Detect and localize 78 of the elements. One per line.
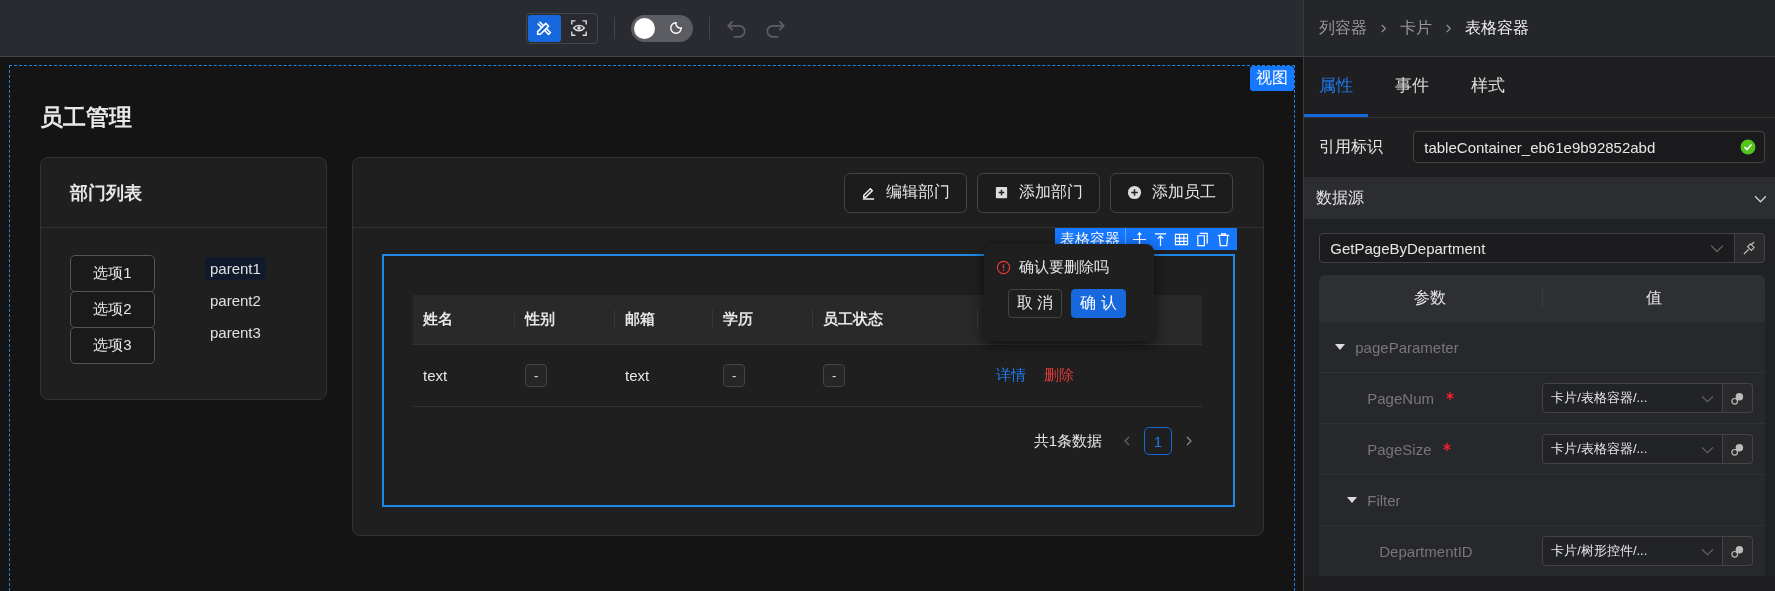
caret-down-icon[interactable]: [1347, 495, 1358, 505]
option-button[interactable]: 选项1: [70, 255, 155, 292]
confirm-message: 确认要删除吗: [1019, 258, 1109, 277]
copy-icon[interactable]: [1195, 231, 1210, 247]
value-select[interactable]: 卡片/表格容器/...: [1542, 383, 1723, 413]
status-tag: -: [823, 364, 846, 387]
add-button[interactable]: 添加部门: [977, 172, 1100, 213]
bind-button[interactable]: [1723, 383, 1753, 413]
eye-icon: [570, 19, 589, 37]
table-cell: text: [625, 367, 650, 384]
design-mode-button[interactable]: [527, 14, 561, 42]
card-title: 部门列表: [69, 181, 142, 205]
datasource-select[interactable]: GetPageByDepartment: [1319, 233, 1735, 263]
moon-icon: [668, 20, 683, 35]
parameter-name: Filter: [1367, 491, 1401, 509]
field-label: 引用标识: [1319, 136, 1384, 157]
page-button[interactable]: 1: [1144, 427, 1172, 455]
tree-node[interactable]: parent1: [205, 257, 266, 280]
reference-id-field[interactable]: tableContainer_eb61e9b92852abd: [1413, 131, 1765, 163]
confirm-button[interactable]: 确 认: [1071, 289, 1126, 318]
chevron-right-icon: [1444, 23, 1454, 33]
column-header: 邮箱: [615, 310, 713, 329]
link-icon: [1742, 240, 1757, 256]
delete-link[interactable]: 删除: [1044, 366, 1074, 385]
link-icon: [1730, 390, 1745, 406]
chevron-right-icon: [1379, 23, 1389, 33]
page-title: 员工管理: [40, 103, 133, 132]
status-tag: -: [723, 364, 746, 387]
table-icon[interactable]: [1174, 231, 1189, 247]
view-badge: 视图: [1250, 66, 1295, 91]
link-icon: [1730, 543, 1745, 559]
panel-tab[interactable]: 属性: [1304, 57, 1369, 117]
column-header: 性别: [515, 310, 615, 329]
column-header: 员工状态: [813, 310, 978, 329]
option-button[interactable]: 选项2: [70, 291, 155, 328]
column-header: 值: [1644, 287, 1663, 308]
add-button[interactable]: 添加员工: [1110, 172, 1233, 213]
total-count: 共1条数据: [1033, 431, 1102, 451]
column-header: 参数: [1319, 287, 1543, 309]
previous-page-icon[interactable]: [1122, 436, 1132, 446]
caret-down-icon[interactable]: [1335, 342, 1346, 352]
bind-button[interactable]: [1723, 434, 1753, 464]
panel-tab[interactable]: 事件: [1380, 57, 1445, 117]
value-select[interactable]: 卡片/树形控件/...: [1542, 536, 1723, 566]
edit-button[interactable]: 编辑部门: [844, 172, 967, 213]
breadcrumb-link[interactable]: 列容器: [1319, 17, 1368, 39]
move-icon[interactable]: [1132, 231, 1147, 247]
tree-node[interactable]: parent2: [205, 289, 266, 312]
value-select[interactable]: 卡片/表格容器/...: [1542, 434, 1723, 464]
cancel-button[interactable]: 取 消: [1008, 289, 1063, 318]
parameter-name: PageNum: [1367, 389, 1434, 407]
pencil-icon: [861, 185, 876, 200]
breadcrumb-link[interactable]: 卡片: [1400, 17, 1433, 39]
align-top-icon[interactable]: [1153, 231, 1168, 247]
details-link[interactable]: 详情: [996, 366, 1026, 385]
delete-icon[interactable]: [1216, 231, 1231, 247]
column-header: 学历: [713, 310, 813, 329]
bind-button[interactable]: [1735, 233, 1765, 263]
tree-node[interactable]: parent3: [205, 321, 266, 344]
next-page-icon[interactable]: [1184, 436, 1194, 446]
parameter-name: PageSize: [1367, 440, 1432, 458]
column-header: 姓名: [413, 310, 515, 329]
parameter-name: DepartmentID: [1379, 542, 1473, 560]
link-icon: [1730, 441, 1745, 457]
plus-circle-icon: [1127, 185, 1142, 200]
bind-button[interactable]: [1723, 536, 1753, 566]
option-button[interactable]: 选项3: [70, 327, 155, 364]
status-tag: -: [525, 364, 548, 387]
pencil-ruler-icon: [535, 19, 554, 37]
warning-icon: [996, 260, 1011, 275]
breadcrumb-link[interactable]: 表格容器: [1465, 17, 1530, 39]
section-title: 数据源: [1316, 187, 1365, 208]
datasource-section-header[interactable]: 数据源: [1304, 177, 1775, 219]
panel-tab[interactable]: 样式: [1456, 57, 1521, 117]
parameter-name: pageParameter: [1355, 338, 1459, 356]
table-cell: text: [423, 367, 448, 384]
plus-square-icon: [994, 185, 1009, 200]
theme-toggle[interactable]: [630, 14, 693, 42]
